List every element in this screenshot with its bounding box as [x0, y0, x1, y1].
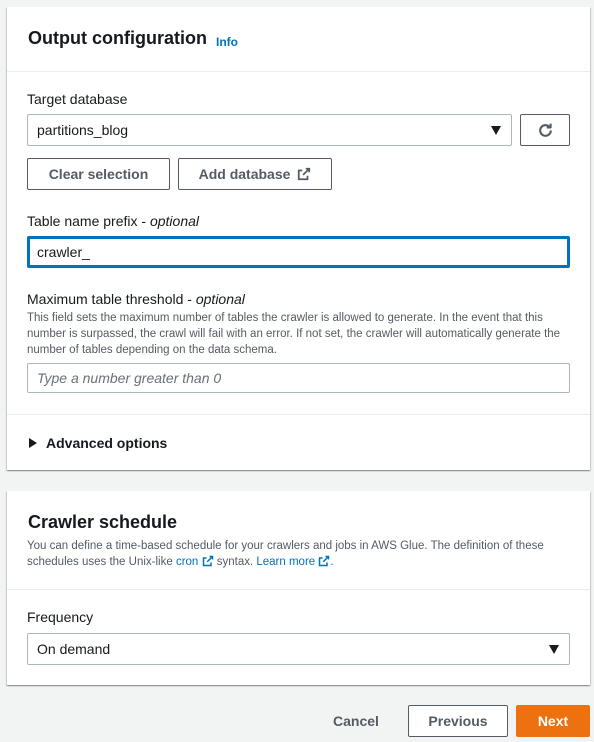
- refresh-button[interactable]: [520, 114, 570, 146]
- table-prefix-optional: optional: [149, 213, 200, 229]
- table-prefix-label: Table name prefix - optional: [27, 213, 200, 229]
- schedule-divider: [7, 589, 590, 590]
- cancel-button[interactable]: Cancel: [324, 705, 388, 737]
- table-prefix-label-text: Table name prefix: [27, 213, 138, 229]
- frequency-value: On demand: [37, 641, 111, 657]
- target-database-label: Target database: [27, 91, 128, 107]
- schedule-desc-end: .: [330, 556, 334, 568]
- refresh-icon: [538, 123, 552, 137]
- max-threshold-input[interactable]: Type a number greater than 0: [27, 363, 570, 393]
- crawler-schedule-title: Crawler schedule: [28, 512, 178, 532]
- output-configuration-title: Output configuration: [28, 28, 207, 48]
- advanced-options-label: Advanced options: [46, 435, 168, 451]
- max-threshold-label-text: Maximum table threshold: [27, 291, 184, 307]
- advanced-divider: [7, 414, 590, 415]
- caret-down-icon: [491, 126, 501, 135]
- caret-right-icon: [29, 438, 37, 448]
- output-configuration-panel: Output configuration Info Target databas…: [7, 7, 590, 470]
- max-threshold-label: Maximum table threshold - optional: [27, 291, 245, 307]
- target-database-value: partitions_blog: [37, 122, 129, 138]
- table-prefix-value: crawler_: [37, 244, 90, 260]
- frequency-select[interactable]: On demand: [27, 633, 570, 665]
- info-link[interactable]: Info: [216, 35, 238, 49]
- external-link-icon: [319, 555, 330, 567]
- advanced-options-toggle[interactable]: Advanced options: [29, 435, 167, 451]
- max-threshold-description: This field sets the maximum number of ta…: [27, 312, 561, 356]
- crawler-schedule-description: You can define a time-based schedule for…: [27, 538, 572, 570]
- crawler-schedule-panel: Crawler schedule You can define a time-b…: [7, 491, 590, 685]
- header-divider: [7, 71, 590, 72]
- previous-button[interactable]: Previous: [408, 705, 508, 737]
- next-button[interactable]: Next: [516, 705, 590, 737]
- clear-selection-button[interactable]: Clear selection: [27, 158, 170, 190]
- target-database-select[interactable]: partitions_blog: [27, 114, 512, 146]
- frequency-label: Frequency: [27, 609, 94, 625]
- max-threshold-placeholder: Type a number greater than 0: [37, 370, 222, 386]
- table-prefix-input[interactable]: crawler_: [27, 236, 570, 268]
- external-link-icon: [298, 167, 311, 181]
- add-database-button[interactable]: Add database: [178, 158, 332, 190]
- learn-more-link[interactable]: Learn more: [256, 556, 315, 568]
- add-database-label: Add database: [198, 166, 291, 182]
- caret-down-icon: [549, 645, 559, 654]
- cron-link[interactable]: cron: [176, 556, 198, 568]
- schedule-desc-middle: syntax.: [216, 556, 254, 568]
- max-threshold-optional: optional: [195, 291, 245, 307]
- external-link-icon: [202, 555, 213, 567]
